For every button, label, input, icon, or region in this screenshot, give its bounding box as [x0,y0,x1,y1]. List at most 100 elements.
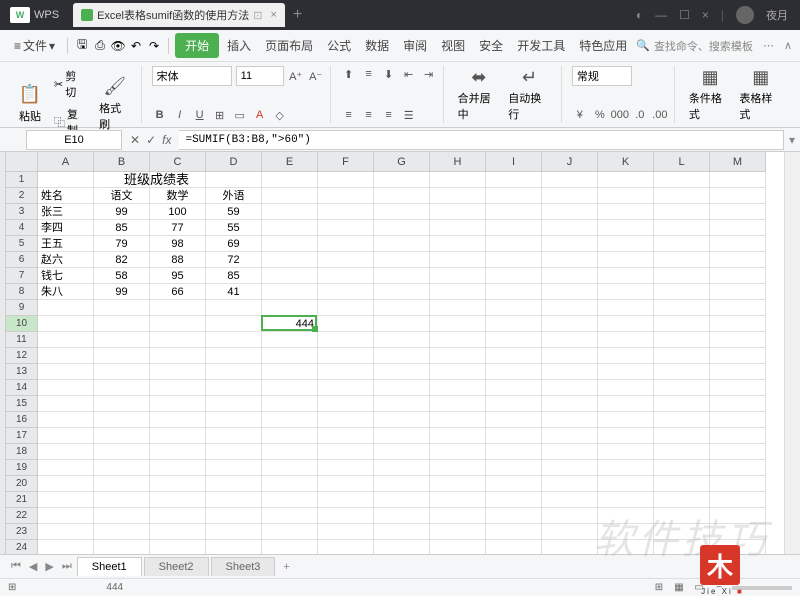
cell-I12[interactable] [486,348,542,364]
row-header-1[interactable]: 1 [6,172,38,188]
cell-B21[interactable] [94,492,150,508]
cell-F11[interactable] [318,332,374,348]
cell-F12[interactable] [318,348,374,364]
cell-A22[interactable] [38,508,94,524]
cell-F6[interactable] [318,252,374,268]
col-header-F[interactable]: F [318,152,374,172]
cell-D9[interactable] [206,300,262,316]
distribute-icon[interactable]: ☰ [401,107,417,123]
row-header-24[interactable]: 24 [6,540,38,554]
cell-A13[interactable] [38,364,94,380]
cell-B12[interactable] [94,348,150,364]
cell-K15[interactable] [598,396,654,412]
underline-button[interactable]: U [192,107,208,123]
cell-C5[interactable]: 98 [150,236,206,252]
cell-D17[interactable] [206,428,262,444]
conditional-format-button[interactable]: ▦ 条件格式 [685,66,736,123]
cell-F8[interactable] [318,284,374,300]
cell-H6[interactable] [430,252,486,268]
cell-E10[interactable]: 444 [262,316,318,332]
cell-B2[interactable]: 语文 [94,188,150,204]
cell-H7[interactable] [430,268,486,284]
undo-icon[interactable]: ↶ [128,38,144,54]
cell-K10[interactable] [598,316,654,332]
cell-J4[interactable] [542,220,598,236]
cell-B14[interactable] [94,380,150,396]
cell-D22[interactable] [206,508,262,524]
sheet-nav-next-icon[interactable]: ▶ [42,560,56,573]
new-tab-button[interactable]: + [293,6,302,24]
cell-reference-input[interactable] [26,130,122,150]
print-icon[interactable]: ⎙ [92,38,108,54]
maximize-button[interactable]: ☐ [679,8,690,22]
italic-button[interactable]: I [172,107,188,123]
cell-E7[interactable] [262,268,318,284]
cell-G18[interactable] [374,444,430,460]
cell-F24[interactable] [318,540,374,554]
cell-F18[interactable] [318,444,374,460]
cell-J8[interactable] [542,284,598,300]
row-header-13[interactable]: 13 [6,364,38,380]
indent-right-icon[interactable]: ⇥ [421,66,437,82]
cell-F19[interactable] [318,460,374,476]
cell-A20[interactable] [38,476,94,492]
tab-security[interactable]: 安全 [473,33,509,58]
cell-L11[interactable] [654,332,710,348]
cell-K20[interactable] [598,476,654,492]
cell-C8[interactable]: 66 [150,284,206,300]
cell-L19[interactable] [654,460,710,476]
cell-B9[interactable] [94,300,150,316]
cell-H22[interactable] [430,508,486,524]
cell-F5[interactable] [318,236,374,252]
cell-G5[interactable] [374,236,430,252]
cell-K11[interactable] [598,332,654,348]
cell-A5[interactable]: 王五 [38,236,94,252]
sheet-nav-last-icon[interactable]: ⏭ [59,560,75,573]
cell-H8[interactable] [430,284,486,300]
accept-formula-icon[interactable]: ✓ [146,133,156,147]
cell-L20[interactable] [654,476,710,492]
comma-icon[interactable]: 000 [612,107,628,123]
sheet-tab-2[interactable]: Sheet2 [144,557,209,576]
cell-G2[interactable] [374,188,430,204]
align-right-icon[interactable]: ≡ [381,107,397,123]
row-header-19[interactable]: 19 [6,460,38,476]
tab-pin-icon[interactable]: ⊡ [253,9,262,22]
cell-H23[interactable] [430,524,486,540]
tab-view[interactable]: 视图 [435,33,471,58]
cell-J15[interactable] [542,396,598,412]
cell-J5[interactable] [542,236,598,252]
cell-D12[interactable] [206,348,262,364]
cell-M5[interactable] [710,236,766,252]
cell-K22[interactable] [598,508,654,524]
cell-D20[interactable] [206,476,262,492]
cell-C19[interactable] [150,460,206,476]
cell-B5[interactable]: 79 [94,236,150,252]
row-header-12[interactable]: 12 [6,348,38,364]
row-header-23[interactable]: 23 [6,524,38,540]
align-left-icon[interactable]: ≡ [341,107,357,123]
expand-formula-icon[interactable]: ▾ [784,133,800,147]
font-color-button[interactable]: A [252,107,268,123]
cell-A15[interactable] [38,396,94,412]
cell-L16[interactable] [654,412,710,428]
cancel-formula-icon[interactable]: ✕ [130,133,140,147]
cell-D15[interactable] [206,396,262,412]
cell-E6[interactable] [262,252,318,268]
cell-I11[interactable] [486,332,542,348]
file-menu[interactable]: ≡ 文件 ▾ [8,33,61,58]
cell-H24[interactable] [430,540,486,554]
search-box[interactable]: 🔍 查找命令、搜索模板 ⋯ ∧ [636,38,792,54]
cell-A18[interactable] [38,444,94,460]
row-header-21[interactable]: 21 [6,492,38,508]
cell-E5[interactable] [262,236,318,252]
row-header-20[interactable]: 20 [6,476,38,492]
theme-icon[interactable]: ◐ [636,8,643,22]
cell-A3[interactable]: 张三 [38,204,94,220]
fill-color-button[interactable]: ▭ [232,107,248,123]
row-header-9[interactable]: 9 [6,300,38,316]
row-header-14[interactable]: 14 [6,380,38,396]
cell-E17[interactable] [262,428,318,444]
cell-H3[interactable] [430,204,486,220]
cell-A14[interactable] [38,380,94,396]
